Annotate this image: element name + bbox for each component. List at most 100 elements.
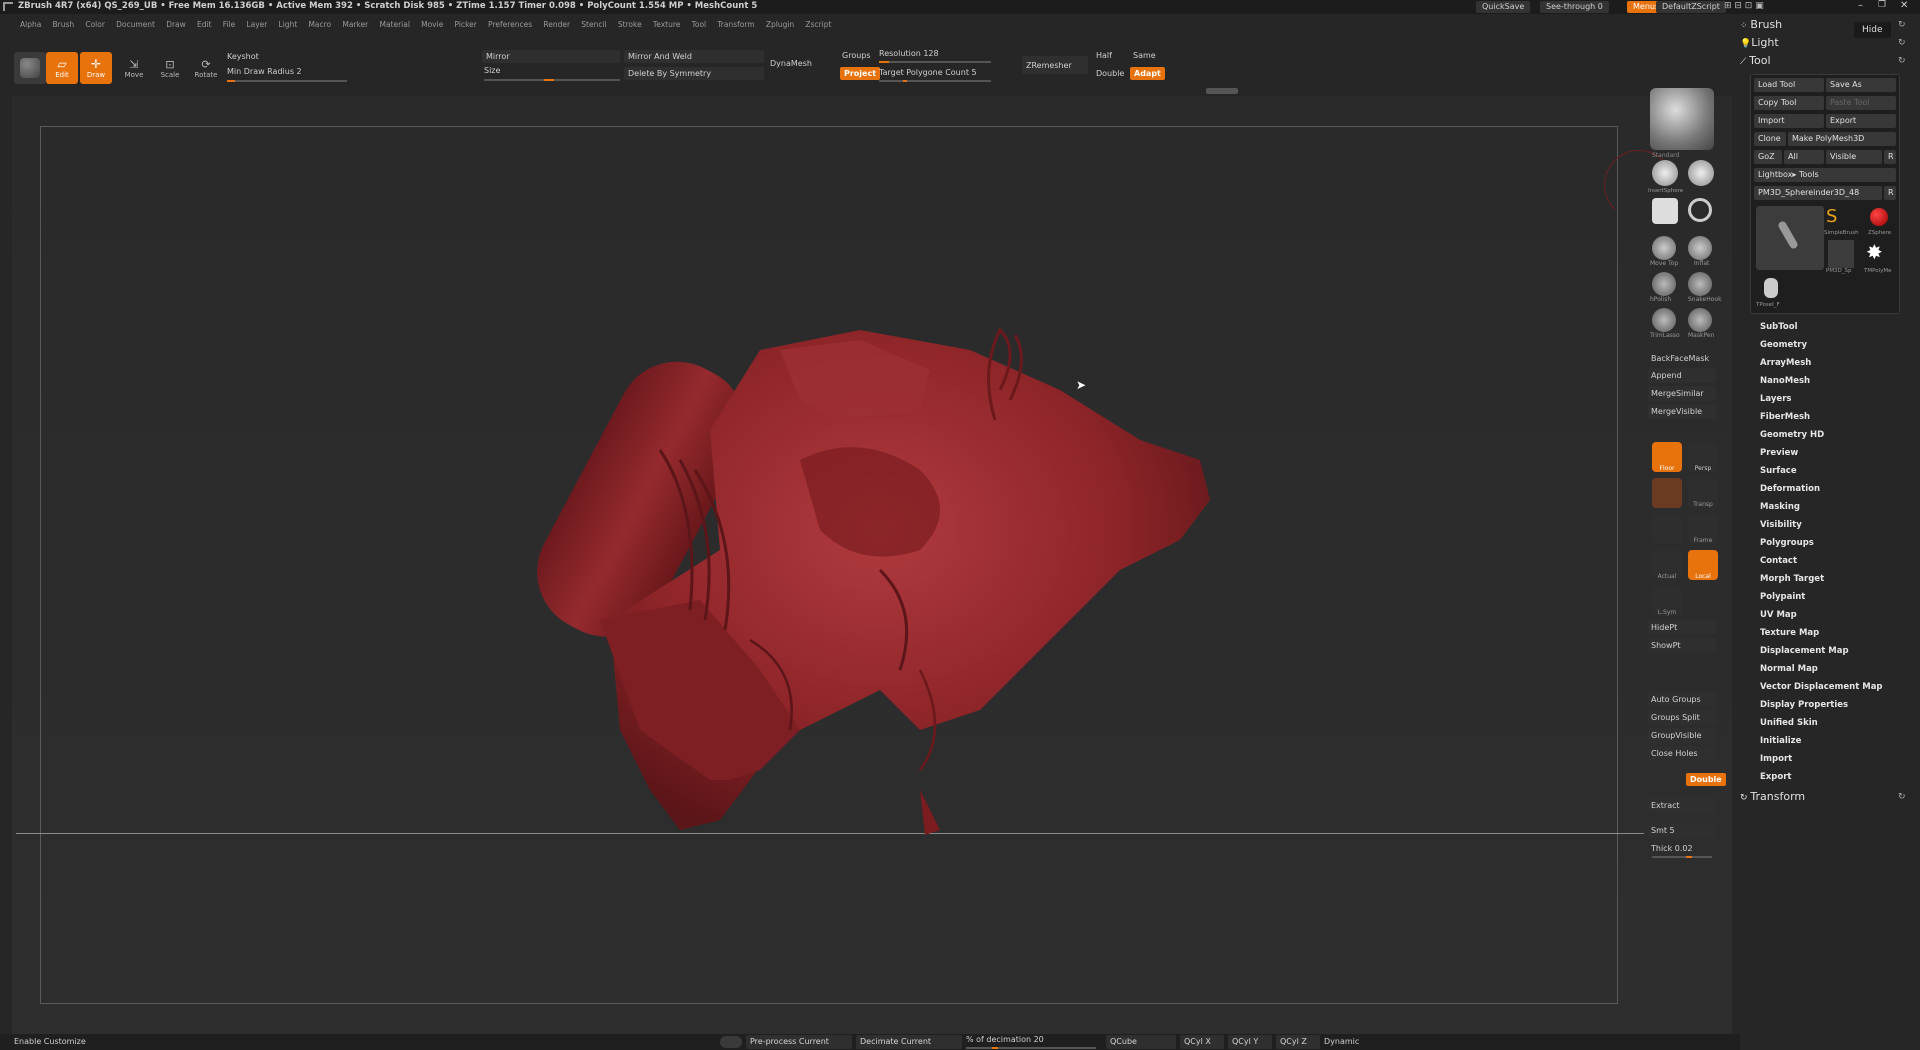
clone-button[interactable]: Clone (1754, 132, 1786, 146)
layers-subpalette[interactable]: Layers (1760, 394, 1791, 404)
decimation-percent-slider[interactable]: % of decimation 20 (966, 1035, 1044, 1044)
inflat-icon[interactable] (1688, 236, 1712, 260)
double-button[interactable]: Double (1096, 69, 1124, 78)
floor-button[interactable]: Floor (1652, 442, 1682, 472)
local-button[interactable]: Local (1688, 550, 1718, 580)
goz-r-button[interactable]: R (1884, 150, 1896, 164)
decimate-current-button[interactable]: Decimate Current (856, 1035, 962, 1049)
keyshot-button[interactable]: Keyshot (227, 52, 259, 61)
mirror-and-weld-button[interactable]: Mirror And Weld (624, 50, 764, 63)
menu-tool[interactable]: Tool (692, 20, 707, 29)
menu-preferences[interactable]: Preferences (488, 20, 532, 29)
showpt-button[interactable]: ShowPt (1648, 638, 1716, 653)
scale-button[interactable]: ⊡ Scale (154, 52, 186, 84)
see-through-slider[interactable]: See-through 0 (1540, 1, 1609, 13)
hidept-button[interactable]: HidePt (1648, 620, 1716, 635)
append-button[interactable]: Append (1648, 368, 1716, 383)
preview-subpalette[interactable]: Preview (1760, 448, 1798, 458)
sculpt-mesh[interactable] (500, 310, 1220, 840)
export-subpalette[interactable]: Export (1760, 772, 1791, 782)
half-button[interactable]: Half (1096, 51, 1112, 60)
solo-button[interactable] (1652, 514, 1682, 544)
texture-map-subpalette[interactable]: Texture Map (1760, 628, 1819, 638)
menu-alpha[interactable]: Alpha (20, 20, 41, 29)
adapt-button[interactable]: Adapt (1130, 67, 1165, 80)
goz-all-button[interactable]: All (1784, 150, 1824, 164)
masking-subpalette[interactable]: Masking (1760, 502, 1800, 512)
normal-map-subpalette[interactable]: Normal Map (1760, 664, 1818, 674)
min-draw-radius-slider[interactable]: Min Draw Radius 2 (227, 67, 302, 76)
contact-subpalette[interactable]: Contact (1760, 556, 1797, 566)
move-button[interactable]: ⇲ Move (118, 52, 150, 84)
import-button[interactable]: Import (1754, 114, 1824, 128)
groups-button[interactable]: Groups (842, 51, 871, 60)
double-toggle[interactable]: Double (1686, 773, 1726, 786)
rotate-button[interactable]: ⟳ Rotate (190, 52, 222, 84)
zsphere-icon[interactable] (1870, 208, 1888, 226)
decimation-track[interactable] (966, 1047, 1096, 1049)
dynamesh-button[interactable]: DynaMesh (770, 59, 812, 68)
menu-stroke[interactable]: Stroke (618, 20, 642, 29)
export-button[interactable]: Export (1826, 114, 1896, 128)
menu-edit[interactable]: Edit (197, 20, 212, 29)
target-polygon-count-slider[interactable]: Target Polygone Count 5 (879, 68, 977, 77)
edit-button[interactable]: ▱ Edit (46, 52, 78, 84)
thick-track[interactable] (1652, 856, 1712, 858)
qcube-button[interactable]: QCube (1106, 1035, 1176, 1049)
nanomesh-subpalette[interactable]: NanoMesh (1760, 376, 1810, 386)
hpolish-icon[interactable] (1652, 272, 1676, 296)
current-brush-thumbnail[interactable] (1650, 88, 1714, 150)
target-polygon-track[interactable] (879, 80, 991, 82)
save-as-button[interactable]: Save As (1826, 78, 1896, 92)
fibermesh-subpalette[interactable]: FiberMesh (1760, 412, 1810, 422)
min-draw-radius-track[interactable] (227, 80, 347, 82)
import-subpalette[interactable]: Import (1760, 754, 1792, 764)
visibility-subpalette[interactable]: Visibility (1760, 520, 1802, 530)
qcyl-y-button[interactable]: QCyl Y (1228, 1035, 1272, 1049)
scroll-handle[interactable] (1206, 88, 1238, 94)
smt-slider[interactable]: Smt 5 (1648, 823, 1716, 838)
active-tool-thumbnail[interactable] (1756, 206, 1824, 270)
move-topological-icon[interactable] (1652, 236, 1676, 260)
menu-picker[interactable]: Picker (455, 20, 477, 29)
resolution-track[interactable] (879, 61, 991, 63)
arraymesh-subpalette[interactable]: ArrayMesh (1760, 358, 1811, 368)
simplebrush-icon[interactable]: S (1826, 206, 1837, 227)
minimize-icon[interactable]: – (1858, 0, 1863, 11)
goz-button[interactable]: GoZ (1754, 150, 1782, 164)
initialize-subpalette[interactable]: Initialize (1760, 736, 1801, 746)
tool-palette-header[interactable]: ⟋ Tool (1740, 54, 1771, 67)
menu-zscript[interactable]: Zscript (805, 20, 831, 29)
menu-brush[interactable]: Brush (53, 20, 75, 29)
refresh-icon-3[interactable]: ↻ (1898, 56, 1906, 66)
close-holes-button[interactable]: Close Holes (1648, 746, 1716, 761)
maximize-icon[interactable]: ❐ (1878, 0, 1886, 10)
delete-by-symmetry-button[interactable]: Delete By Symmetry (624, 67, 764, 80)
insert-sphere-icon[interactable] (1652, 160, 1678, 186)
brush-palette-header[interactable]: ⁘ Brush (1740, 18, 1782, 31)
load-tool-button[interactable]: Load Tool (1754, 78, 1824, 92)
paste-tool-button[interactable]: Paste Tool (1826, 96, 1896, 110)
insert-ring-icon[interactable] (1688, 198, 1712, 222)
make-polymesh3d-button[interactable]: Make PolyMesh3D (1788, 132, 1896, 146)
uv-map-subpalette[interactable]: UV Map (1760, 610, 1797, 620)
qcyl-x-button[interactable]: QCyl X (1180, 1035, 1224, 1049)
lightbox-tools-button[interactable]: Lightbox▸ Tools (1754, 168, 1896, 182)
copy-tool-button[interactable]: Copy Tool (1754, 96, 1824, 110)
merge-visible-button[interactable]: MergeVisible (1648, 404, 1716, 419)
light-palette-header[interactable]: 💡Light (1740, 36, 1779, 49)
draw-button[interactable]: ✛ Draw (80, 52, 112, 84)
menu-texture[interactable]: Texture (653, 20, 680, 29)
group-visible-button[interactable]: GroupVisible (1648, 728, 1716, 743)
refresh-icon-2[interactable]: ↻ (1898, 38, 1906, 48)
menu-light[interactable]: Light (279, 20, 298, 29)
same-button[interactable]: Same (1133, 51, 1156, 60)
menu-layer[interactable]: Layer (246, 20, 267, 29)
enable-customize-button[interactable]: Enable Customize (14, 1037, 86, 1046)
menu-macro[interactable]: Macro (308, 20, 331, 29)
default-zscript-button[interactable]: DefaultZScript (1656, 1, 1726, 13)
qcyl-z-button[interactable]: QCyl Z (1276, 1035, 1320, 1049)
pm3d-tool-icon[interactable] (1828, 240, 1854, 268)
menu-zplugin[interactable]: Zplugin (766, 20, 794, 29)
polygroups-subpalette[interactable]: Polygroups (1760, 538, 1814, 548)
